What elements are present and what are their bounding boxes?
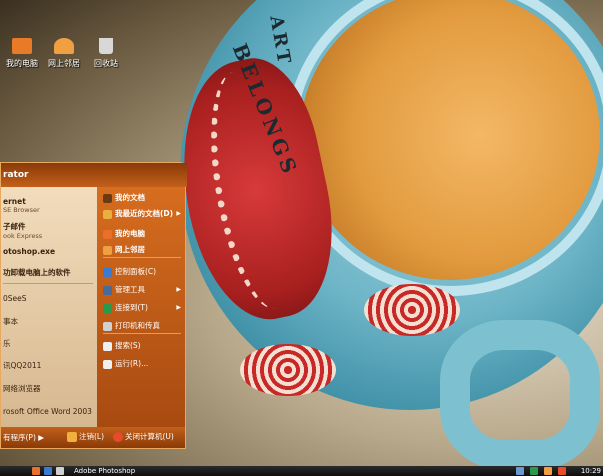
right-pane-divider (103, 333, 181, 334)
shutdown-label: 关闭计算机(U) (125, 432, 174, 441)
quicklaunch-icon[interactable] (32, 467, 40, 475)
pinned-item-title: 子邮件 (3, 222, 26, 231)
logoff-label: 注销(L) (79, 432, 105, 441)
right-pane-item-label: 管理工具 (115, 285, 145, 294)
right-pane-item-label: 连接到(T) (115, 303, 148, 312)
right-pane-item-label: 运行(R)... (115, 359, 149, 368)
pinned-item-photoshop[interactable]: otoshop.exe (3, 247, 55, 256)
my-documents-icon (103, 193, 112, 203)
tray-icon[interactable] (544, 467, 552, 475)
wallpaper-coffee (300, 0, 600, 280)
right-pane-item[interactable]: 我的电脑 (103, 227, 183, 241)
start-menu-username: rator (3, 170, 29, 180)
start-menu-header: rator (1, 163, 187, 187)
logoff-button[interactable]: 注销(L) (67, 431, 104, 443)
admin-tools-icon (103, 285, 112, 295)
connect-to-icon (103, 303, 112, 313)
search-icon (103, 341, 112, 351)
recent-program-item[interactable]: 事本 (3, 316, 18, 327)
taskbar-button-photoshop[interactable]: Adobe Photoshop (74, 466, 194, 476)
arrow-right-icon: ▶ (38, 433, 45, 442)
right-pane-item-label: 搜索(S) (115, 341, 141, 350)
pinned-item-uninstaller[interactable]: 功卸载电脑上的软件 (3, 267, 71, 278)
printer-icon (103, 321, 112, 331)
quicklaunch-icon[interactable] (56, 467, 64, 475)
start-menu-left-pane: ernet SE Browser 子邮件 ook Express otoshop… (1, 187, 97, 427)
pinned-item-email[interactable]: 子邮件 ook Express (3, 221, 42, 240)
pinned-item-subtitle: ook Express (3, 232, 43, 240)
desktop-icon-my-computer[interactable]: 我的电脑 (0, 38, 44, 69)
recent-program-item[interactable]: rosoft Office Word 2003 (3, 407, 92, 416)
network-places-icon (54, 38, 74, 54)
start-menu-footer: 有程序(P) ▶ 注销(L) 关闭计算机(U) (1, 427, 185, 448)
all-programs-button[interactable]: 有程序(P) ▶ (3, 432, 44, 443)
right-pane-item[interactable]: 管理工具 ▶ (103, 283, 183, 297)
right-pane-item[interactable]: 我最近的文档(D) ▶ (103, 207, 183, 221)
right-pane-item[interactable]: 运行(R)... (103, 357, 183, 371)
right-pane-item[interactable]: 控制面板(C) (103, 265, 183, 279)
right-pane-item[interactable]: 连接到(T) ▶ (103, 301, 183, 315)
logoff-icon (67, 432, 77, 442)
recent-program-item[interactable]: 乐 (3, 338, 11, 349)
right-pane-item[interactable]: 网上邻居 (103, 243, 183, 257)
tray-icon[interactable] (516, 467, 524, 475)
right-pane-item-label: 打印机和传真 (115, 321, 160, 330)
pinned-item-title: ernet (3, 197, 26, 206)
right-pane-item[interactable]: 打印机和传真 (103, 319, 183, 333)
right-pane-item-label: 我的文档 (115, 193, 145, 202)
shutdown-button[interactable]: 关闭计算机(U) (113, 431, 174, 443)
recent-documents-icon (103, 209, 112, 219)
wallpaper-mug-handle (440, 320, 600, 470)
taskbar: Adobe Photoshop 10:29 (0, 466, 603, 476)
recycle-bin-icon (99, 38, 113, 54)
quicklaunch-icon[interactable] (44, 467, 52, 475)
recent-program-item[interactable]: 讯QQ2011 (3, 360, 41, 371)
right-pane-item-label: 我最近的文档(D) (115, 209, 174, 218)
my-computer-icon (103, 229, 112, 239)
wallpaper-swirl (240, 344, 336, 396)
recent-program-item[interactable]: 0SeeS (3, 294, 27, 303)
recent-program-item[interactable]: 网络浏览器 (3, 383, 41, 394)
arrow-right-icon: ▶ (176, 210, 181, 217)
all-programs-label: 有程序(P) (3, 433, 36, 442)
taskbar-clock: 10:29 (580, 467, 601, 475)
network-places-icon (103, 245, 112, 255)
control-panel-icon (103, 267, 112, 277)
start-menu: rator ernet SE Browser 子邮件 ook Express o… (0, 162, 187, 449)
pinned-item-title: 功卸载电脑上的软件 (3, 268, 71, 277)
tray-icon[interactable] (530, 467, 538, 475)
right-pane-item-label: 网上邻居 (115, 245, 145, 254)
arrow-right-icon: ▶ (176, 304, 181, 311)
tray-icon[interactable] (558, 467, 566, 475)
desktop-icon-network-places[interactable]: 网上邻居 (42, 38, 86, 69)
pinned-item-title: otoshop.exe (3, 247, 56, 256)
right-pane-item-label: 控制面板(C) (115, 267, 157, 276)
left-pane-divider (3, 283, 93, 284)
right-pane-item-label: 我的电脑 (115, 229, 145, 238)
start-menu-right-pane: 我的文档 我最近的文档(D) ▶ 我的电脑 网上邻居 控制面板(C) 管理工具 ▶ 连接到(T)… (97, 187, 185, 427)
desktop-icon-label: 我的电脑 (6, 59, 38, 68)
arrow-right-icon: ▶ (176, 286, 181, 293)
right-pane-divider (103, 257, 181, 258)
desktop-icon-label: 回收站 (94, 59, 118, 68)
my-computer-icon (12, 38, 32, 54)
desktop-icon-label: 网上邻居 (48, 59, 80, 68)
pinned-item-internet[interactable]: ernet SE Browser (3, 197, 40, 214)
run-icon (103, 359, 112, 369)
desktop-icon-recycle-bin[interactable]: 回收站 (84, 38, 128, 69)
right-pane-item[interactable]: 搜索(S) (103, 339, 183, 353)
power-icon (113, 432, 123, 442)
pinned-item-subtitle: SE Browser (3, 206, 40, 214)
taskbar-button-label: Adobe Photoshop (74, 467, 136, 475)
right-pane-item[interactable]: 我的文档 (103, 191, 183, 205)
wallpaper-swirl (364, 284, 460, 336)
